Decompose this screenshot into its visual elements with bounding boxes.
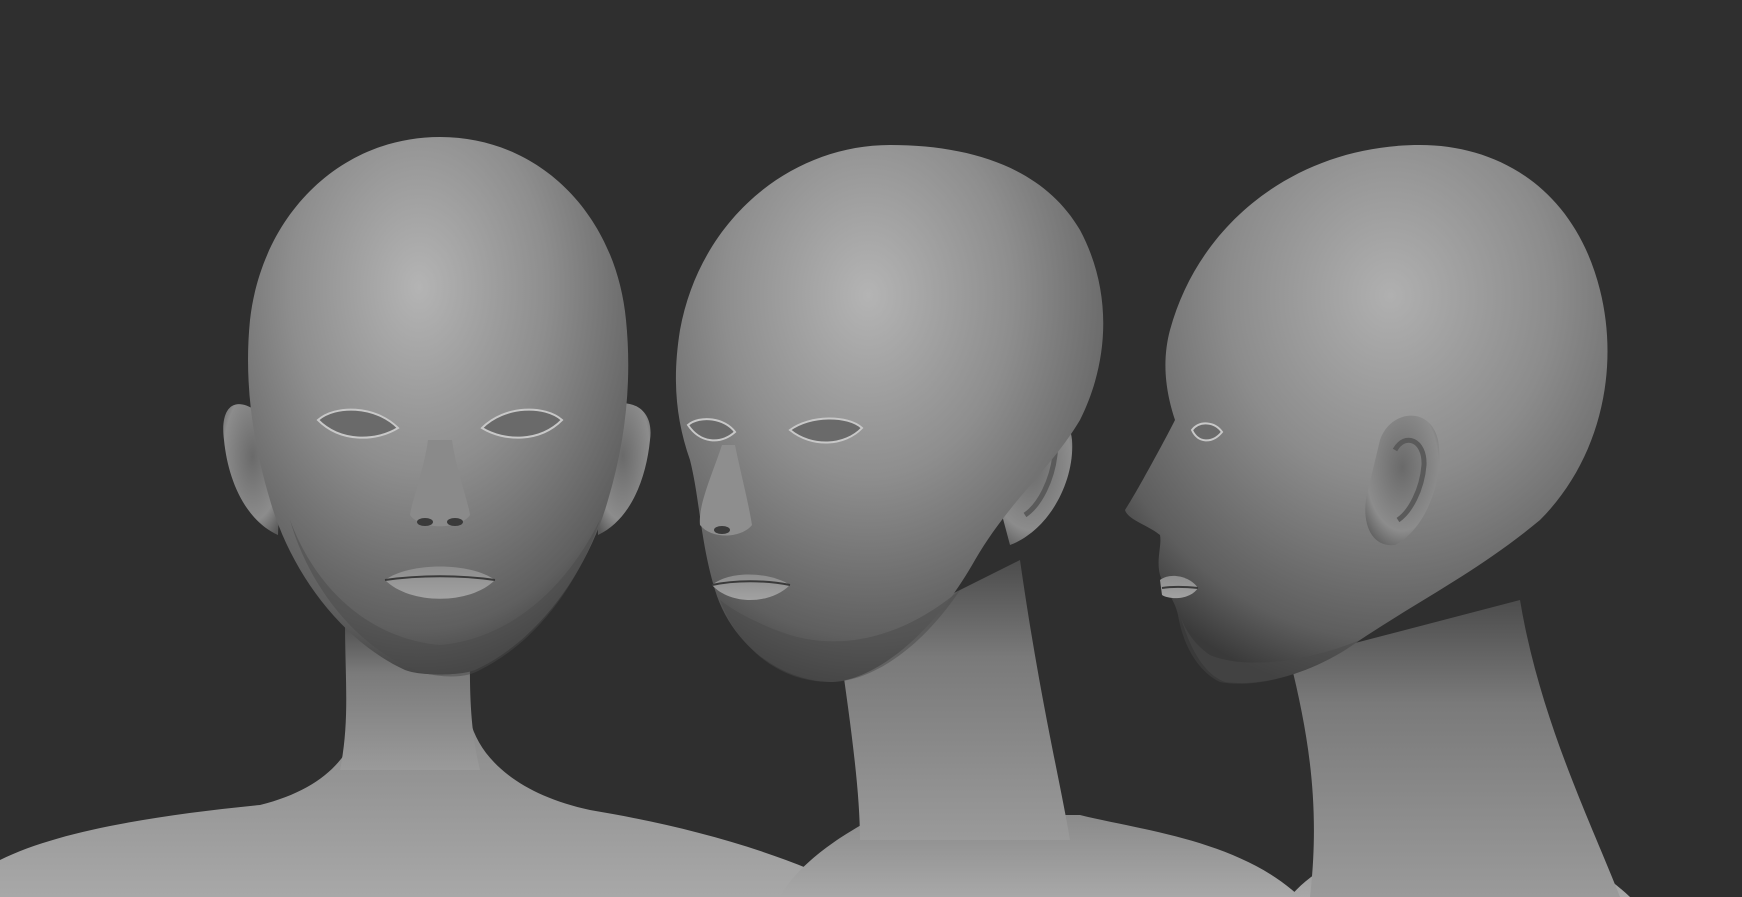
sculpt-render-canvas [0, 0, 1742, 897]
profile-view-head [1125, 145, 1630, 897]
profile-view-skull [1125, 145, 1608, 684]
three-quarter-view-skull [675, 145, 1104, 682]
sculpt-render-svg [0, 137, 1630, 897]
